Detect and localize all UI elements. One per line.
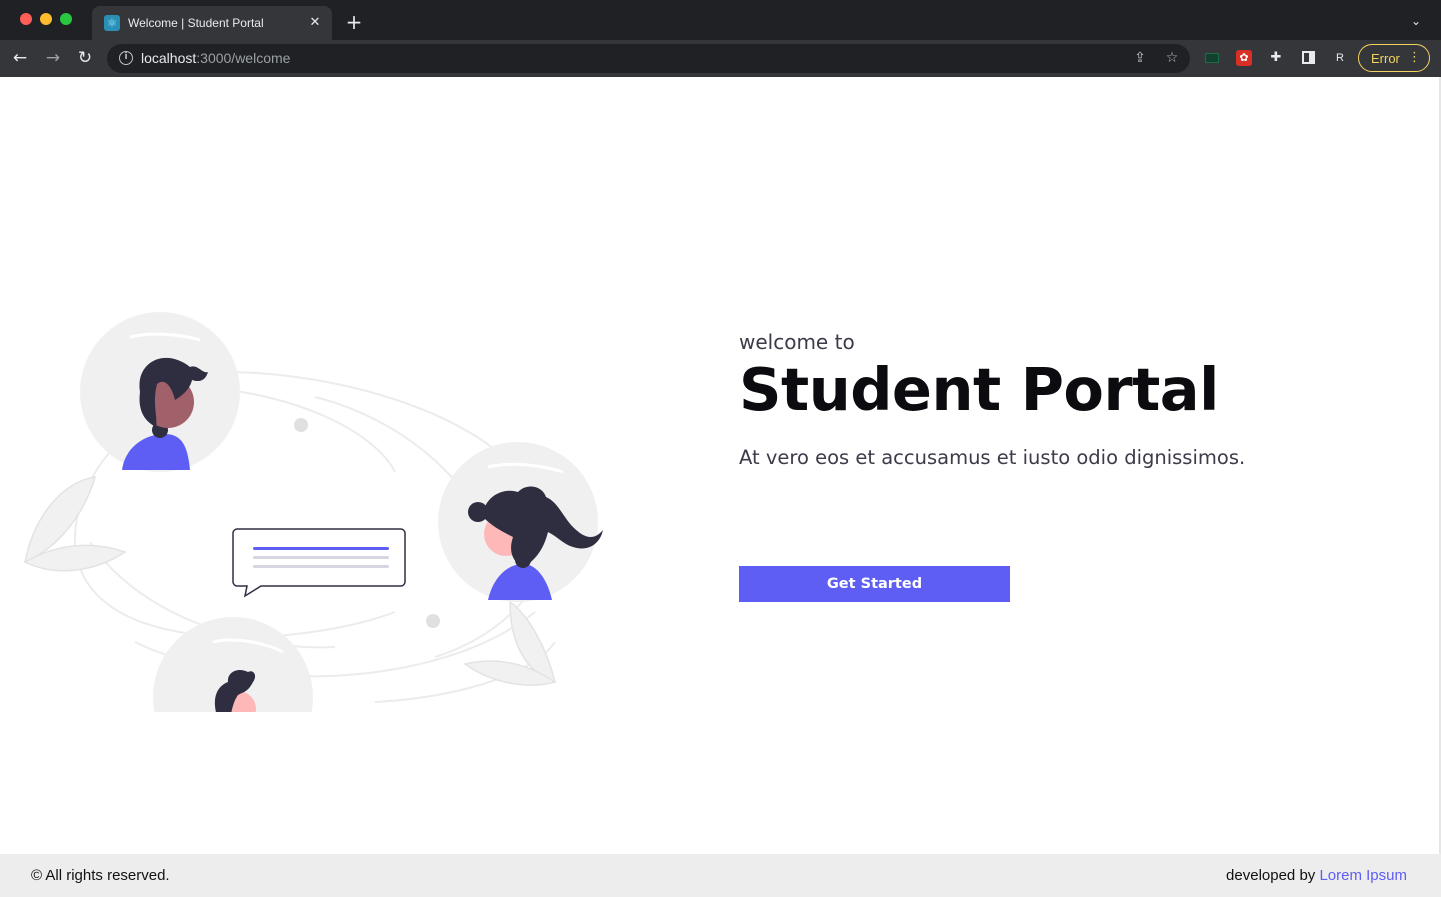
bookmark-star-icon[interactable]: ☆: [1163, 49, 1181, 67]
avatar-woman: [438, 442, 603, 602]
page-content: welcome to Student Portal At vero eos et…: [0, 77, 1441, 854]
browser-chrome: ⚛ Welcome | Student Portal ✕ + ⌄ ← → ↻ i…: [0, 0, 1441, 77]
leaf-decoration-right: [463, 600, 557, 686]
developer-credit: developed by Lorem Ipsum: [1226, 867, 1407, 885]
leaf-decoration-left: [23, 476, 127, 572]
dot-gray-top: [294, 418, 308, 432]
info-icon[interactable]: i: [119, 51, 133, 65]
chat-bubble: [232, 528, 406, 598]
welcome-eyebrow: welcome to: [739, 330, 855, 354]
share-icon[interactable]: ⇪: [1131, 49, 1149, 67]
error-label: Error: [1371, 51, 1400, 66]
zoom-window-button[interactable]: [60, 13, 72, 25]
developer-link[interactable]: Lorem Ipsum: [1319, 867, 1407, 884]
address-bar[interactable]: i localhost:3000/welcome ⇪ ☆: [107, 44, 1190, 73]
tab-welcome[interactable]: ⚛ Welcome | Student Portal ✕: [92, 6, 332, 40]
cast-extension-icon[interactable]: [1203, 49, 1221, 67]
hero-tagline: At vero eos et accusamus et iusto odio d…: [739, 446, 1246, 469]
error-status-button[interactable]: Error ⋮: [1358, 44, 1430, 72]
extensions-puzzle-icon[interactable]: ✚: [1267, 49, 1285, 67]
avatar-man: [80, 312, 240, 472]
copyright-text: © All rights reserved.: [31, 867, 170, 884]
dot-gray-middle: [426, 614, 440, 628]
chevron-down-icon[interactable]: ⌄: [1407, 12, 1425, 30]
minimize-window-button[interactable]: [40, 13, 52, 25]
url-path: :3000/welcome: [196, 50, 291, 66]
footer: © All rights reserved. developed by Lore…: [0, 854, 1441, 897]
more-menu-icon: ⋮: [1408, 50, 1421, 65]
reload-button[interactable]: ↻: [74, 47, 96, 69]
tab-title: Welcome | Student Portal: [128, 16, 264, 30]
credit-prefix: developed by: [1226, 867, 1320, 884]
close-icon[interactable]: ✕: [306, 14, 324, 32]
hero-section: welcome to Student Portal At vero eos et…: [739, 330, 1379, 602]
react-icon: ⚛: [104, 15, 120, 31]
get-started-button[interactable]: Get Started: [739, 566, 1010, 602]
url-text[interactable]: localhost:3000/welcome: [141, 50, 290, 67]
tab-strip: ⚛ Welcome | Student Portal ✕ + ⌄: [0, 0, 1441, 40]
forward-button[interactable]: →: [42, 47, 64, 69]
new-tab-button[interactable]: +: [343, 11, 365, 33]
side-panel-icon[interactable]: [1299, 49, 1317, 67]
back-button[interactable]: ←: [9, 47, 31, 69]
page-title: Student Portal: [739, 355, 1219, 424]
close-window-button[interactable]: [20, 13, 32, 25]
people-chatting-illustration: [23, 312, 603, 712]
extension-icon[interactable]: ✿: [1235, 49, 1253, 67]
profile-avatar[interactable]: R: [1331, 49, 1349, 67]
url-host: localhost: [141, 50, 197, 66]
